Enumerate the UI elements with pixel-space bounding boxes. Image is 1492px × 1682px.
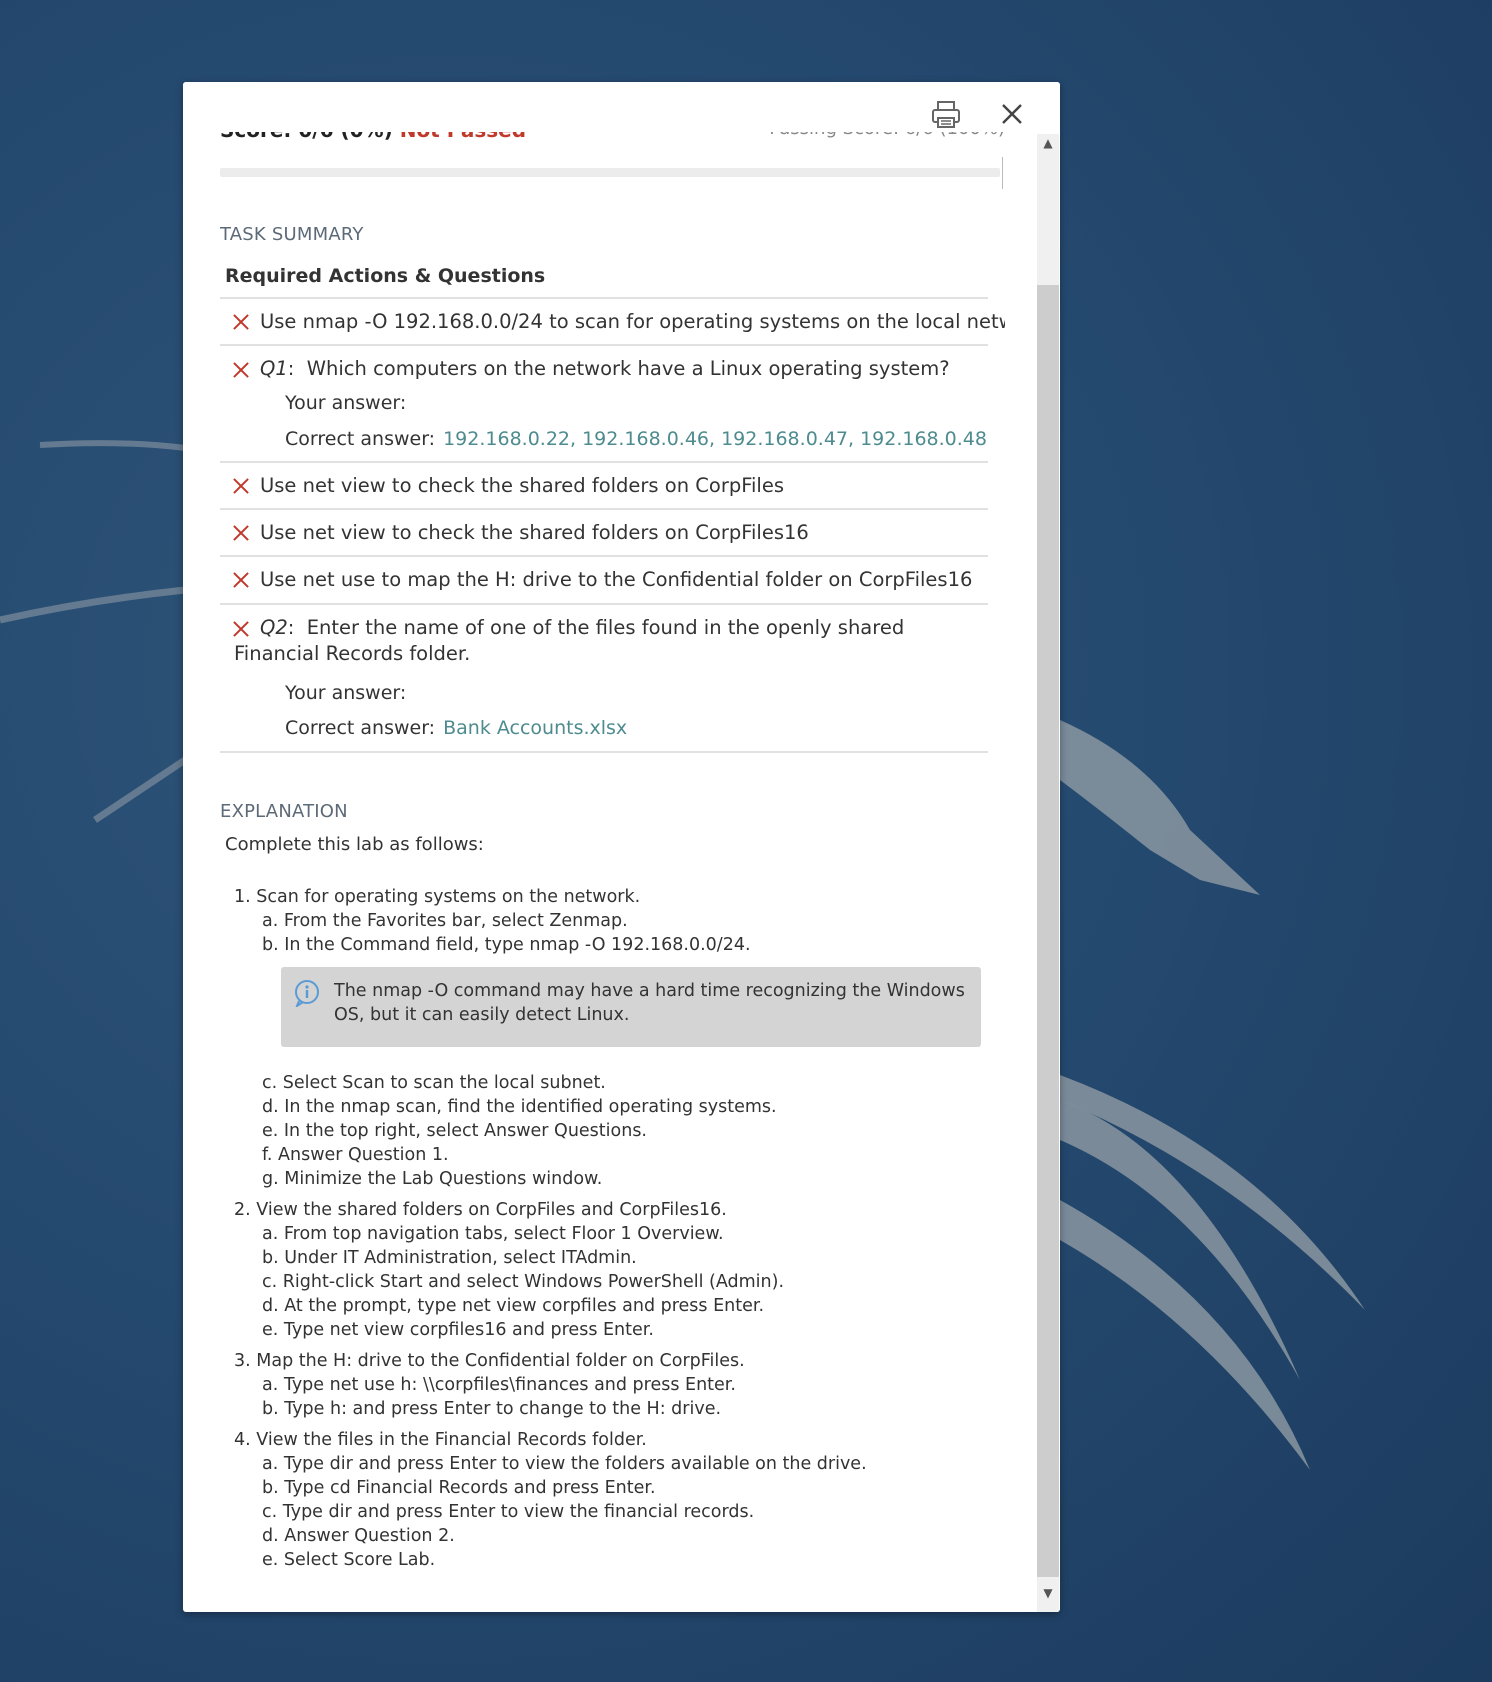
table-row: Use net view to check the shared folders…: [220, 461, 988, 509]
steps-list-continued: c. Select Scan to scan the local subnet.…: [234, 1071, 867, 1572]
step-item: a. Type net use h: \\corpfiles\finances …: [262, 1375, 736, 1395]
row-text: Use nmap -O 192.168.0.0/24 to scan for o…: [260, 310, 1005, 333]
question-text: Q2: Enter the name of one of the files f…: [234, 616, 905, 665]
info-icon: [295, 980, 319, 1007]
your-answer: Your answer:: [285, 682, 407, 704]
step-item: c. Right-click Start and select Windows …: [262, 1272, 785, 1292]
step-item: e. Select Score Lab.: [262, 1550, 436, 1570]
explanation-title: EXPLANATION: [220, 801, 348, 822]
step-item: a. Type dir and press Enter to view the …: [262, 1454, 867, 1474]
close-icon: [1002, 104, 1022, 124]
explanation-intro: Complete this lab as follows:: [225, 834, 484, 855]
failed-x-icon: [233, 314, 249, 330]
close-button[interactable]: [994, 96, 1030, 132]
question-text: Q1: Which computers on the network have …: [260, 357, 950, 380]
row-text: Use net view to check the shared folders…: [260, 474, 785, 497]
step-item: a. From the Favorites bar, select Zenmap…: [262, 911, 628, 931]
note-text: The nmap -O command may have a hard time…: [334, 981, 965, 1025]
failed-x-icon: [233, 525, 249, 541]
row-text: Use net view to check the shared folders…: [260, 521, 809, 544]
step-item: f. Answer Question 1.: [262, 1145, 449, 1165]
failed-x-icon: [233, 572, 249, 588]
your-answer: Your answer:: [285, 392, 407, 414]
failed-x-icon: [233, 478, 249, 494]
failed-x-icon: [233, 362, 249, 378]
scroll-up-arrow-icon[interactable]: ▲: [1037, 132, 1059, 154]
step-item: 3. Map the H: drive to the Confidential …: [234, 1351, 745, 1371]
step-item: b. Type h: and press Enter to change to …: [262, 1399, 722, 1419]
step-item: a. From top navigation tabs, select Floo…: [262, 1224, 724, 1244]
step-item: b. Type cd Financial Records and press E…: [262, 1478, 656, 1498]
table-row: Q2: Enter the name of one of the files f…: [220, 603, 988, 753]
scroll-down-arrow-icon[interactable]: ▼: [1037, 1582, 1059, 1604]
table-row: Use net use to map the H: drive to the C…: [220, 555, 988, 603]
steps-list: 1. Scan for operating systems on the net…: [234, 885, 751, 957]
step-item: 4. View the files in the Financial Recor…: [234, 1430, 647, 1450]
lab-report-dialog: Score: 0/6 (0%) Not Passed Passing Score…: [183, 82, 1060, 1612]
step-item: c. Select Scan to scan the local subnet.: [262, 1073, 606, 1093]
print-button[interactable]: [928, 96, 964, 132]
step-item: d. Answer Question 2.: [262, 1526, 455, 1546]
step-item: b. In the Command field, type nmap -O 19…: [262, 935, 751, 955]
scrollbar-thumb[interactable]: [1037, 285, 1059, 1577]
printer-icon: [932, 101, 960, 128]
step-item: b. Under IT Administration, select ITAdm…: [262, 1248, 637, 1268]
step-item: e. Type net view corpfiles16 and press E…: [262, 1320, 654, 1340]
step-item: 1. Scan for operating systems on the net…: [234, 887, 641, 907]
score-progress-bar: [220, 168, 1000, 177]
step-item: e. In the top right, select Answer Quest…: [262, 1121, 647, 1141]
step-item: g. Minimize the Lab Questions window.: [262, 1169, 603, 1189]
step-item: 2. View the shared folders on CorpFiles …: [234, 1200, 727, 1220]
correct-answer: Correct answer: Bank Accounts.xlsx: [285, 717, 628, 739]
table-title: Required Actions & Questions: [225, 265, 546, 287]
step-item: d. In the nmap scan, find the identified…: [262, 1097, 777, 1117]
step-item: c. Type dir and press Enter to view the …: [262, 1502, 755, 1522]
table-row: Use nmap -O 192.168.0.0/24 to scan for o…: [220, 297, 1005, 345]
report-content: Score: 0/6 (0%) Not Passed Passing Score…: [220, 82, 1005, 1612]
info-note: The nmap -O command may have a hard time…: [281, 967, 981, 1047]
passing-threshold-marker: [1002, 157, 1003, 189]
table-row: Q1: Which computers on the network have …: [220, 344, 988, 462]
correct-answer: Correct answer: 192.168.0.22, 192.168.0.4…: [285, 428, 987, 450]
row-text: Use net use to map the H: drive to the C…: [260, 568, 973, 591]
table-row: Use net view to check the shared folders…: [220, 508, 988, 556]
task-summary-title: TASK SUMMARY: [220, 224, 364, 245]
step-item: d. At the prompt, type net view corpfile…: [262, 1296, 765, 1316]
